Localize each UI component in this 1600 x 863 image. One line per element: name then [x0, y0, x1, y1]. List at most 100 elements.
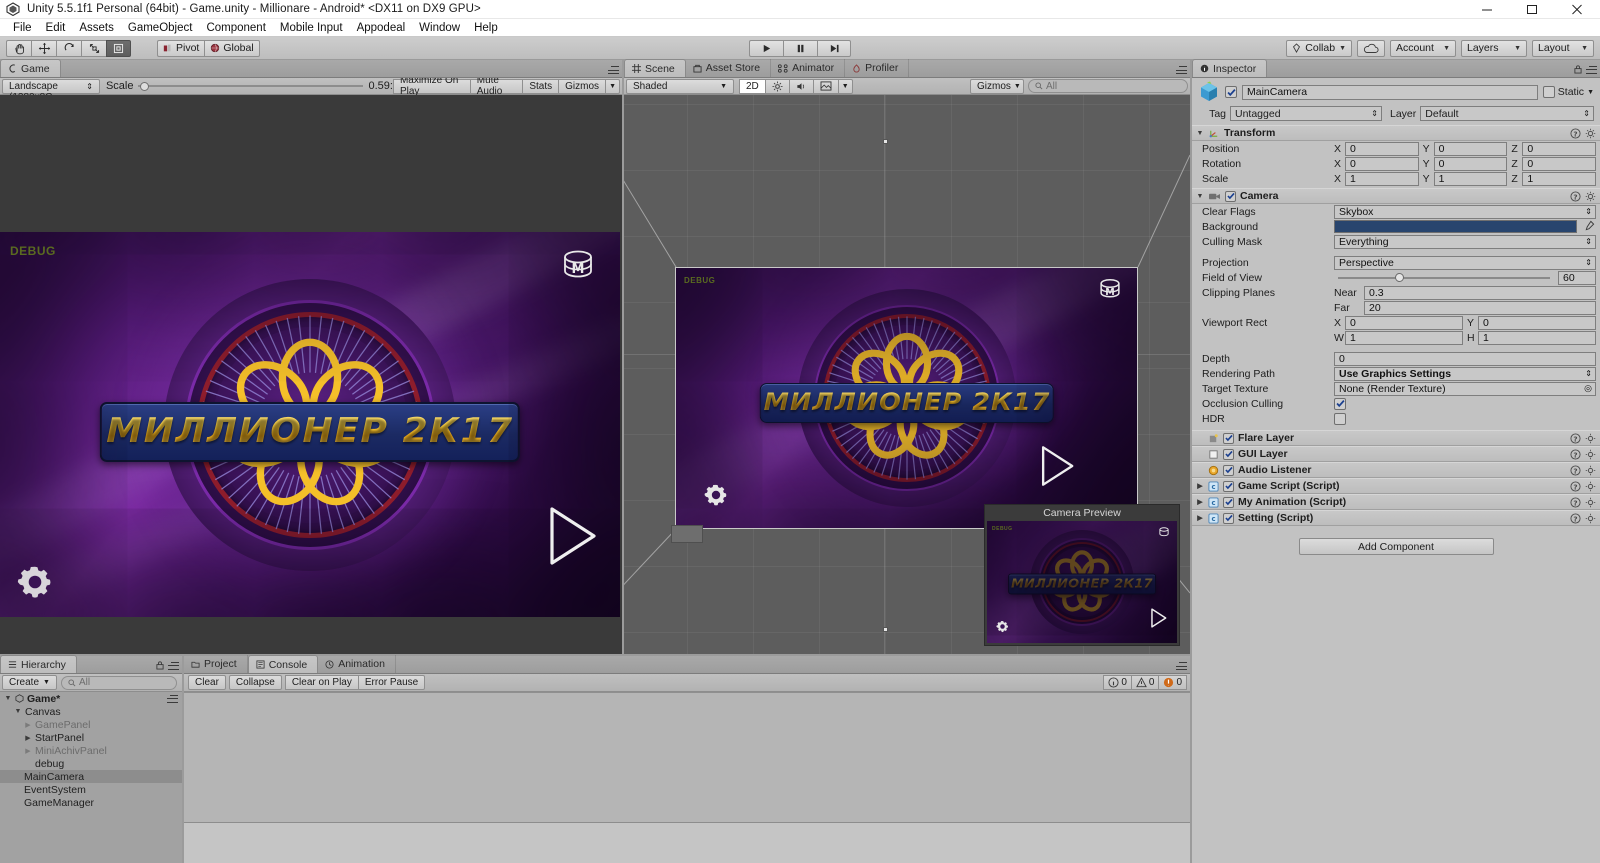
- component-actions[interactable]: ?: [1570, 464, 1596, 476]
- rect-tool-button[interactable]: [106, 39, 131, 57]
- my-animation-checkbox[interactable]: [1223, 496, 1234, 508]
- rotation-y-value[interactable]: 0: [1433, 156, 1508, 171]
- scale-tool-button[interactable]: [81, 39, 106, 57]
- culling-mask-dropdown[interactable]: Everything ⇕: [1334, 234, 1596, 249]
- tab-profiler[interactable]: Profiler: [845, 59, 910, 77]
- viewport-y-value[interactable]: 0: [1478, 315, 1596, 330]
- gizmos-dropdown-button[interactable]: ▼: [605, 78, 620, 94]
- hierarchy-tree[interactable]: ▼ Game* ▼ Canvas ▶ GamePanel ▶ StartPane…: [0, 692, 182, 863]
- hierarchy-item-miniachivpanel[interactable]: ▶ MiniAchivPanel: [0, 744, 182, 757]
- component-actions[interactable]: ?: [1570, 512, 1596, 524]
- hierarchy-tab-controls[interactable]: [156, 661, 179, 670]
- scene-lighting-button[interactable]: [764, 78, 789, 94]
- warning-count[interactable]: 0: [1130, 675, 1159, 690]
- menu-window[interactable]: Window: [412, 21, 467, 35]
- setting-script-checkbox[interactable]: [1223, 512, 1234, 524]
- audio-listener-checkbox[interactable]: [1223, 464, 1234, 476]
- clear-flags-dropdown[interactable]: Skybox ⇕: [1334, 204, 1596, 219]
- background-color-swatch[interactable]: [1334, 220, 1577, 233]
- scale-x[interactable]: X1: [1334, 171, 1419, 186]
- viewport-w[interactable]: W1: [1334, 330, 1463, 345]
- component-header-flare-layer[interactable]: Flare Layer ?: [1192, 430, 1600, 446]
- clear-on-play-button[interactable]: Clear on Play: [284, 675, 358, 690]
- create-button[interactable]: Create ▼: [2, 675, 57, 690]
- component-header-camera[interactable]: ▼ Camera ?: [1192, 188, 1600, 204]
- target-texture-field[interactable]: None (Render Texture) ◎: [1334, 381, 1596, 396]
- component-actions[interactable]: ?: [1570, 448, 1596, 460]
- play-button[interactable]: [749, 39, 783, 57]
- rotation-y[interactable]: Y0: [1423, 156, 1508, 171]
- menu-assets[interactable]: Assets: [72, 21, 121, 35]
- hierarchy-item-eventsystem[interactable]: EventSystem: [0, 783, 182, 796]
- maximize-on-play-button[interactable]: Maximize On Play: [392, 75, 470, 97]
- toggle-2d-button[interactable]: 2D: [739, 78, 765, 94]
- static-checkbox[interactable]: [1542, 86, 1555, 98]
- component-header-audio-listener[interactable]: Audio Listener ?: [1192, 462, 1600, 478]
- foldout-arrow-icon[interactable]: ▶: [1196, 498, 1204, 506]
- far-value[interactable]: 20: [1364, 300, 1596, 315]
- collapse-button[interactable]: Collapse: [228, 675, 282, 690]
- projection-dropdown[interactable]: Perspective ⇕: [1334, 255, 1596, 270]
- tab-console[interactable]: Console: [247, 655, 319, 673]
- viewport-y[interactable]: Y0: [1467, 315, 1596, 330]
- scale-z[interactable]: Z1: [1511, 171, 1597, 186]
- gameobject-enabled-checkbox[interactable]: [1225, 86, 1237, 98]
- rendering-path-dropdown[interactable]: Use Graphics Settings ⇕: [1334, 366, 1596, 381]
- menu-file[interactable]: File: [6, 21, 39, 35]
- game-view-tab-menu[interactable]: [608, 66, 619, 74]
- move-tool-button[interactable]: [31, 39, 56, 57]
- minimize-button[interactable]: [1465, 0, 1510, 19]
- global-toggle-button[interactable]: Global: [204, 39, 260, 57]
- tab-scene[interactable]: Scene: [624, 59, 686, 77]
- inspector-tab-controls[interactable]: [1574, 65, 1597, 74]
- console-message-list[interactable]: [184, 692, 1190, 863]
- camera-enabled-checkbox[interactable]: [1225, 190, 1236, 202]
- depth-value[interactable]: 0: [1334, 351, 1596, 366]
- component-header-my-animation[interactable]: ▶ c My Animation (Script) ?: [1192, 494, 1600, 510]
- tab-project[interactable]: Project: [184, 655, 248, 673]
- component-actions[interactable]: ?: [1570, 496, 1596, 508]
- tag-dropdown[interactable]: Untagged ⇕: [1230, 106, 1382, 121]
- play-arrow-button[interactable]: [546, 506, 598, 569]
- step-button[interactable]: [817, 39, 851, 57]
- static-toggle[interactable]: Static ▼: [1542, 86, 1594, 98]
- rotation-z-value[interactable]: 0: [1522, 156, 1597, 171]
- game-script-checkbox[interactable]: [1223, 480, 1234, 492]
- close-button[interactable]: [1555, 0, 1600, 19]
- game-view-render-area[interactable]: МИЛЛИОНЕР 2К17 DEBUG M: [0, 95, 622, 654]
- rotation-x[interactable]: X0: [1334, 156, 1419, 171]
- scale-y[interactable]: Y1: [1423, 171, 1508, 186]
- foldout-arrow-icon[interactable]: ▼: [4, 695, 12, 702]
- foldout-arrow-icon[interactable]: ▶: [1196, 514, 1204, 522]
- scene-effects-button[interactable]: [812, 78, 838, 94]
- scene-camera-gizmo[interactable]: [671, 525, 703, 543]
- layer-dropdown[interactable]: Default ⇕: [1420, 106, 1594, 121]
- menu-component[interactable]: Component: [199, 21, 272, 35]
- cloud-button[interactable]: [1357, 39, 1385, 57]
- hierarchy-item-startpanel[interactable]: ▶ StartPanel: [0, 731, 182, 744]
- console-detail-pane[interactable]: [184, 823, 1190, 863]
- scale-z-value[interactable]: 1: [1522, 171, 1597, 186]
- scene-effects-dropdown[interactable]: ▼: [837, 78, 853, 94]
- error-pause-button[interactable]: Error Pause: [357, 675, 426, 690]
- gameobject-name-field[interactable]: MainCamera: [1242, 84, 1538, 100]
- hierarchy-item-game[interactable]: ▼ Game*: [0, 692, 182, 705]
- component-header-gui-layer[interactable]: GUI Layer ?: [1192, 446, 1600, 462]
- component-actions[interactable]: ?: [1570, 432, 1596, 444]
- scene-gizmos-button[interactable]: Gizmos ▼: [970, 78, 1024, 94]
- scene-view-tab-menu[interactable]: [1176, 66, 1187, 74]
- settings-gear-button[interactable]: [14, 561, 56, 603]
- hierarchy-item-debug[interactable]: debug: [0, 757, 182, 770]
- scale-y-value[interactable]: 1: [1433, 171, 1508, 186]
- fov-slider-knob[interactable]: [1395, 272, 1405, 282]
- position-x-value[interactable]: 0: [1345, 141, 1419, 156]
- tab-hierarchy[interactable]: Hierarchy: [0, 655, 77, 673]
- pivot-toggle-button[interactable]: Pivot: [157, 39, 205, 57]
- info-count[interactable]: 0: [1103, 675, 1131, 690]
- stats-button[interactable]: Stats: [522, 78, 559, 94]
- scene-handle-bottom[interactable]: [883, 627, 888, 632]
- component-actions[interactable]: ?: [1570, 190, 1596, 202]
- foldout-arrow-icon[interactable]: ▶: [1196, 482, 1204, 490]
- tab-asset-store[interactable]: Asset Store: [686, 59, 772, 77]
- collab-button[interactable]: Collab ▼: [1286, 39, 1352, 57]
